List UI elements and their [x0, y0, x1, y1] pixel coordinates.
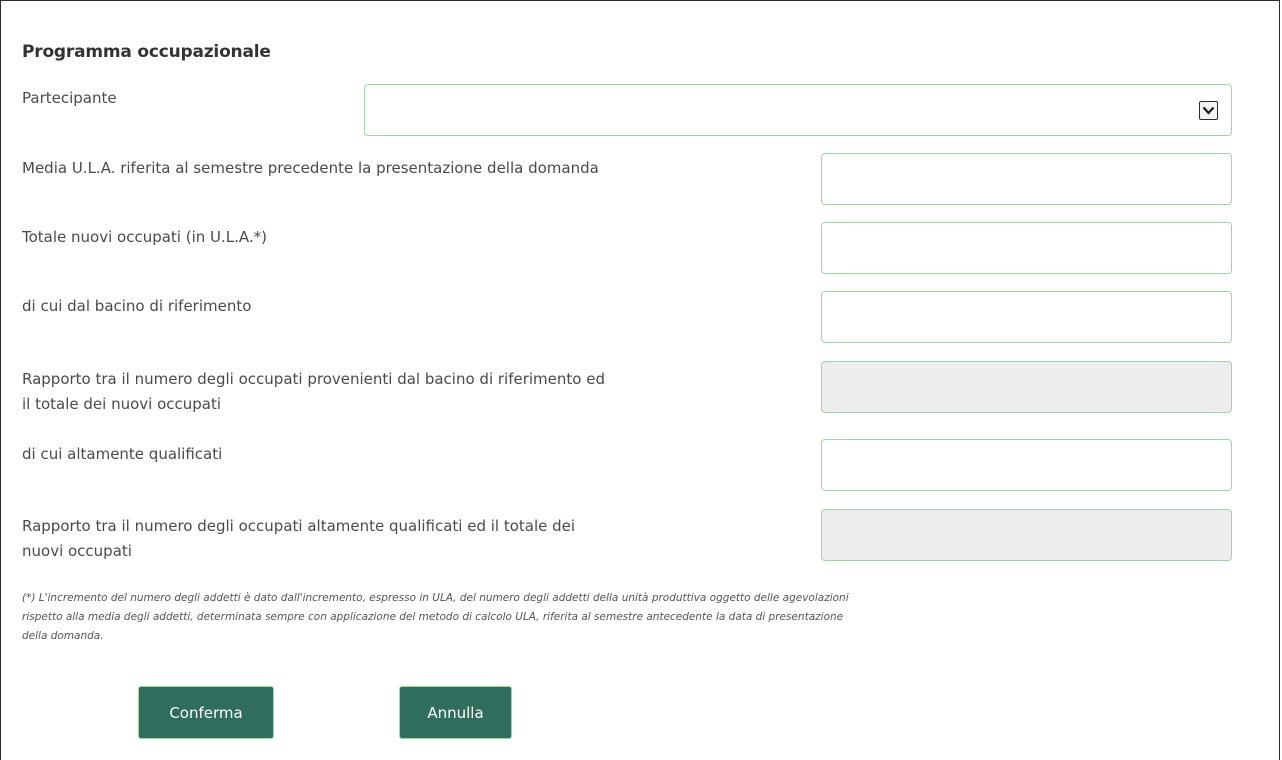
footnote-line3: della domanda. [22, 630, 104, 642]
media-ula-input[interactable] [821, 153, 1232, 205]
bacino-riferimento-input[interactable] [821, 291, 1232, 343]
confirm-button[interactable]: Conferma [138, 686, 274, 739]
form-panel: Programma occupazionale Partecipante Med… [0, 0, 1280, 760]
footnote: (*) L'incremento del numero degli addett… [22, 589, 1112, 646]
partecipante-select[interactable] [364, 84, 1232, 136]
chevron-down-icon[interactable] [1199, 101, 1218, 120]
footnote-line2: rispetto alla media degli addetti, deter… [22, 611, 844, 623]
rapporto-qualificati-label: Rapporto tra il numero degli occupati al… [22, 514, 782, 564]
altamente-qualificati-input[interactable] [821, 439, 1232, 491]
rapporto-qualificati-readonly-field [821, 509, 1232, 561]
rapporto-qualificati-label-line1: Rapporto tra il numero degli occupati al… [22, 517, 576, 535]
totale-nuovi-occupati-label: Totale nuovi occupati (in U.L.A.*) [22, 228, 268, 246]
totale-nuovi-occupati-input[interactable] [821, 222, 1232, 274]
rapporto-bacino-label-line1: Rapporto tra il numero degli occupati pr… [22, 370, 605, 388]
bacino-riferimento-label: di cui dal bacino di riferimento [22, 297, 252, 315]
form-title: Programma occupazionale [22, 42, 271, 62]
rapporto-bacino-label: Rapporto tra il numero degli occupati pr… [22, 367, 782, 417]
media-ula-label: Media U.L.A. riferita al semestre preced… [22, 159, 599, 177]
cancel-button[interactable]: Annulla [399, 686, 512, 739]
rapporto-qualificati-label-line2: nuovi occupati [22, 542, 132, 560]
altamente-qualificati-label: di cui altamente qualificati [22, 445, 223, 463]
rapporto-bacino-readonly-field [821, 361, 1232, 413]
footnote-line1: (*) L'incremento del numero degli addett… [22, 592, 849, 604]
rapporto-bacino-label-line2: il totale dei nuovi occupati [22, 395, 222, 413]
